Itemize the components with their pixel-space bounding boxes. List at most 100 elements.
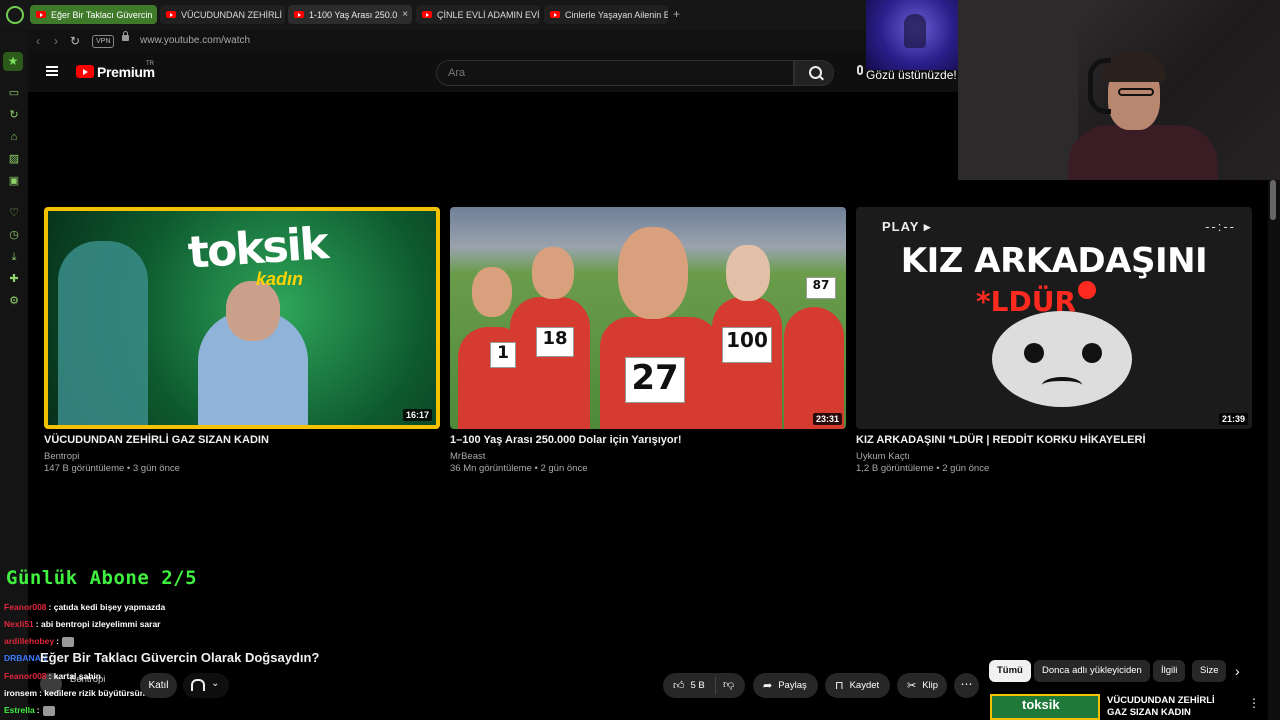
recommended-video-title[interactable]: VÜCUDUNDAN ZEHİRLİ GAZ SIZAN KADIN [1107, 695, 1237, 719]
reload-icon[interactable]: ↻ [70, 34, 80, 48]
join-button[interactable]: Katıl [140, 673, 177, 698]
microphone-icon[interactable] [857, 65, 863, 75]
chip-for-you[interactable]: Size [1192, 660, 1226, 682]
chat-text: : çatıda kedi bişey yapmazda [48, 602, 166, 612]
browser-sidebar: ★ ▭ ↻ ⌂ ▨ ▣ ♡ ◷ ⤓ ✚ ⚙ [0, 30, 28, 720]
chat-username: ardillehobey [4, 636, 55, 646]
youtube-favicon-icon [294, 11, 304, 18]
save-label: Kaydet [849, 680, 880, 691]
chat-username: Feanor008 [4, 671, 47, 681]
share-button[interactable]: ➦ Paylaş [753, 673, 818, 698]
search-placeholder: Ara [448, 67, 466, 79]
scissors-icon: ✂ [907, 680, 917, 692]
chat-text: : kartal şahin [48, 671, 101, 681]
video-meta: 36 Mn görüntüleme • 2 gün önce [450, 463, 588, 474]
chevron-right-icon[interactable]: › [1235, 663, 1240, 679]
menu-hamburger-icon[interactable] [46, 66, 58, 76]
emote-icon [42, 705, 55, 716]
back-icon[interactable]: ‹ [36, 34, 40, 48]
channel-name[interactable]: MrBeast [450, 451, 485, 462]
tab-label: 1-100 Yaş Arası 250.0 [309, 9, 398, 20]
messenger-icon[interactable]: ▣ [7, 174, 21, 188]
search-input[interactable]: Ara [436, 60, 794, 86]
notification-bell-button[interactable]: ⌄ [183, 673, 229, 698]
tab-label: Eğer Bir Taklacı Güvercin [51, 9, 153, 20]
forward-icon[interactable]: › [54, 34, 58, 48]
chat-message: Estrella: [4, 705, 55, 716]
chat-username: ironsem [4, 688, 38, 698]
chat-message: Feanor008: çatıda kedi bişey yapmazda [4, 602, 165, 612]
youtube-logo-icon[interactable] [76, 65, 94, 78]
tab-close-icon[interactable]: × [397, 9, 408, 20]
thumbnail-art [784, 307, 844, 429]
thumbnail-art [618, 227, 688, 319]
thumbnail-art [510, 297, 590, 429]
new-tab-icon[interactable]: + [673, 7, 680, 21]
extensions-icon[interactable]: ✚ [7, 272, 21, 286]
search-button[interactable] [794, 60, 834, 86]
youtube-region-label: TR [146, 61, 154, 67]
tab-1-100-yas[interactable]: 1-100 Yaş Arası 250.0 × [288, 5, 412, 24]
video-card[interactable]: 1 18 27 100 87 23:31 1–100 Yaş Arası 250… [450, 207, 846, 474]
webcam-figure [1102, 52, 1166, 82]
tab-cinle-evli[interactable]: ÇİNLE EVLİ ADAMIN EVİN [416, 5, 540, 24]
video-title[interactable]: KIZ ARKADAŞINI *LDÜR | REDDİT KORKU HİKA… [856, 434, 1252, 446]
thumbs-up-icon[interactable]: 👍︎ [673, 679, 685, 692]
duration-badge: 21:39 [1218, 413, 1248, 425]
youtube-favicon-icon [36, 11, 46, 18]
bell-icon [191, 679, 205, 691]
tab-zehirli-gaz[interactable]: VÜCUDUNDAN ZEHİRLİ G [160, 5, 285, 24]
gamepad-icon[interactable]: ▭ [7, 86, 21, 100]
webcam-figure [1068, 125, 1218, 180]
chat-message: ironsem: kedilere rizik büyütürsün [4, 688, 145, 698]
refresh-feed-icon[interactable]: ↻ [7, 108, 21, 122]
recommended-video-thumbnail[interactable]: toksik [990, 694, 1100, 720]
save-button[interactable]: ⊓ Kaydet [825, 673, 890, 698]
video-card[interactable]: PLAY ▸ --:-- KIZ ARKADAŞINI *LDÜR 21:39 … [856, 207, 1252, 474]
page-scrollbar[interactable] [1270, 180, 1276, 220]
download-icon[interactable]: ⤓ [7, 250, 21, 264]
duration-badge: 16:17 [402, 409, 432, 421]
thumbnail-subtext: kadın [256, 269, 304, 289]
url-field[interactable]: www.youtube.com/watch [140, 35, 250, 46]
more-actions-button[interactable]: ⋯ [954, 673, 979, 698]
thumbnail-art [1082, 343, 1102, 363]
thumbnail-text: toksik [1022, 697, 1060, 712]
video-title[interactable]: VÜCUDUNDAN ZEHİRLİ GAZ SIZAN KADIN [44, 434, 440, 446]
chip-all[interactable]: Tümü [989, 660, 1031, 682]
thumbnail-art [726, 245, 770, 301]
heart-icon[interactable]: ♡ [7, 206, 21, 220]
chip-from-uploader[interactable]: Donca adlı yükleyiciden [1034, 660, 1150, 682]
streamer-webcam [958, 0, 1280, 180]
chip-related[interactable]: İlgili [1153, 660, 1186, 682]
kebab-menu-icon[interactable]: ⋮ [1248, 696, 1260, 710]
video-thumbnail[interactable]: PLAY ▸ --:-- KIZ ARKADAŞINI *LDÜR 21:39 [856, 207, 1252, 429]
channel-name[interactable]: Uykum Kaçtı [856, 451, 910, 462]
chat-message: Nexli51: abi bentropi izleyelimmi sarar [4, 619, 161, 629]
lock-icon[interactable] [122, 31, 129, 41]
twitch-icon[interactable]: ▨ [7, 152, 21, 166]
bag-icon[interactable]: ⌂ [7, 130, 21, 144]
like-dislike-control[interactable]: 👍︎ 5 B 👎︎ [663, 673, 745, 698]
thumbnail-art [532, 247, 574, 299]
thumbnail-art [1042, 377, 1082, 393]
tab-taklaci-guvercin[interactable]: Eğer Bir Taklacı Güvercin [30, 5, 157, 24]
chat-text: : abi bentropi izleyelimmi sarar [35, 619, 161, 629]
channel-name[interactable]: Bentropi [44, 451, 79, 462]
opera-logo-icon[interactable] [6, 6, 24, 24]
video-thumbnail[interactable]: toksik kadın 16:17 [44, 207, 440, 429]
history-icon[interactable]: ◷ [7, 228, 21, 242]
vpn-badge[interactable]: VPN [92, 35, 115, 48]
video-thumbnail[interactable]: 1 18 27 100 87 23:31 [450, 207, 846, 429]
tab-cinlerle-yasayan[interactable]: Cinlerle Yaşayan Ailenin E [544, 5, 668, 24]
video-title[interactable]: 1–100 Yaş Arası 250.000 Dolar için Yarış… [450, 434, 846, 446]
webcam-background [958, 0, 1078, 180]
video-card[interactable]: toksik kadın 16:17 VÜCUDUNDAN ZEHİRLİ GA… [44, 207, 440, 474]
divider [715, 677, 716, 694]
clip-button[interactable]: ✂ Klip [897, 673, 947, 698]
speed-dial-icon[interactable]: ★ [3, 52, 23, 71]
settings-gear-icon[interactable]: ⚙ [7, 294, 21, 308]
emote-icon [61, 636, 74, 647]
clip-label: Klip [922, 680, 939, 691]
thumbs-down-icon[interactable]: 👎︎ [723, 678, 734, 691]
